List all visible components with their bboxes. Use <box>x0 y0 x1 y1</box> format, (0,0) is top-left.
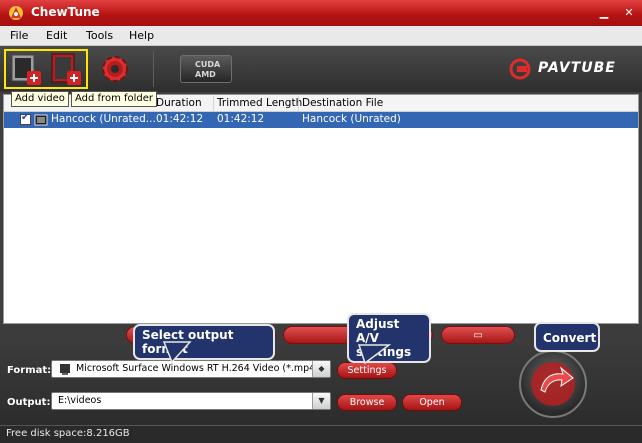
row-destination: Hancock (Unrated) <box>302 113 401 125</box>
app-window: ChewTune ▁ ✕ File Edit Tools Help CUDA A… <box>0 0 642 443</box>
close-button[interactable]: ✕ <box>622 6 636 20</box>
row-file-name: Hancock (Unrated... <box>51 113 156 125</box>
convert-arrow-icon <box>531 362 575 406</box>
row-trimmed-length: 01:42:12 <box>217 113 265 125</box>
gpu-badge-top: CUDA <box>195 60 221 69</box>
format-label: Format: <box>7 365 52 376</box>
callout-convert: Convert <box>534 322 600 352</box>
menu-tools[interactable]: Tools <box>86 29 113 42</box>
tooltip-add-folder: Add from folder <box>71 91 158 107</box>
free-disk-space: Free disk space:8.216GB <box>6 428 130 439</box>
file-list[interactable]: Duration Trimmed Length Destination File… <box>3 94 639 324</box>
gpu-acceleration-badge: CUDA AMD <box>180 55 232 83</box>
open-button[interactable]: Open <box>402 394 462 411</box>
row-duration: 01:42:12 <box>156 113 204 125</box>
column-trimmed-length[interactable]: Trimmed Length <box>217 97 302 109</box>
output-label: Output: <box>7 397 51 408</box>
output-path-value: E:\videos <box>58 395 102 406</box>
menu-file[interactable]: File <box>10 29 28 42</box>
browse-button[interactable]: Browse <box>337 394 397 411</box>
menu-edit[interactable]: Edit <box>46 29 67 42</box>
column-duration[interactable]: Duration <box>156 97 202 109</box>
callout-adjust-av-line1: Adjust A/V <box>356 317 400 345</box>
toolbar: CUDA AMD PAVTUBE <box>0 46 642 92</box>
callout-select-format: Select output format <box>133 324 275 360</box>
callout-convert-text: Convert <box>543 331 597 345</box>
toolbar-separator <box>153 51 154 87</box>
video-file-icon <box>34 114 48 126</box>
column-destination-file[interactable]: Destination File <box>302 97 383 109</box>
add-video-icon[interactable] <box>8 51 44 87</box>
gear-icon[interactable] <box>97 51 133 87</box>
tooltip-add-video: Add video <box>11 91 69 107</box>
chevron-down-icon[interactable]: ▼ <box>312 393 330 409</box>
comment-icon: ▭ <box>473 330 483 341</box>
brand-mark-icon <box>509 58 531 80</box>
status-bar: Free disk space:8.216GB <box>0 425 642 443</box>
column-divider[interactable] <box>213 96 214 111</box>
column-divider[interactable] <box>298 96 299 111</box>
title-bar: ChewTune ▁ ✕ <box>0 0 642 26</box>
add-folder-icon[interactable] <box>48 51 84 87</box>
callout-pointer <box>162 341 192 364</box>
properties-button[interactable]: ▭ <box>441 326 515 344</box>
menu-bar: File Edit Tools Help <box>0 26 642 46</box>
row-checkbox[interactable] <box>20 112 31 125</box>
menu-help[interactable]: Help <box>129 29 154 42</box>
brand-name: PAVTUBE <box>538 60 616 76</box>
callout-pointer <box>357 344 392 365</box>
window-title: ChewTune <box>31 5 100 19</box>
convert-button[interactable] <box>519 350 587 418</box>
output-path-input[interactable]: E:\videos ▼ <box>51 392 331 410</box>
device-icon <box>60 364 70 375</box>
minimize-button[interactable]: ▁ <box>597 6 611 20</box>
app-logo-icon <box>9 6 23 20</box>
table-row[interactable]: Hancock (Unrated... 01:42:12 01:42:12 Ha… <box>4 112 638 128</box>
brand-logo: PAVTUBE <box>508 58 630 80</box>
chevron-updown-icon[interactable]: ◆ <box>312 361 330 377</box>
gpu-badge-bottom: AMD <box>195 70 216 79</box>
